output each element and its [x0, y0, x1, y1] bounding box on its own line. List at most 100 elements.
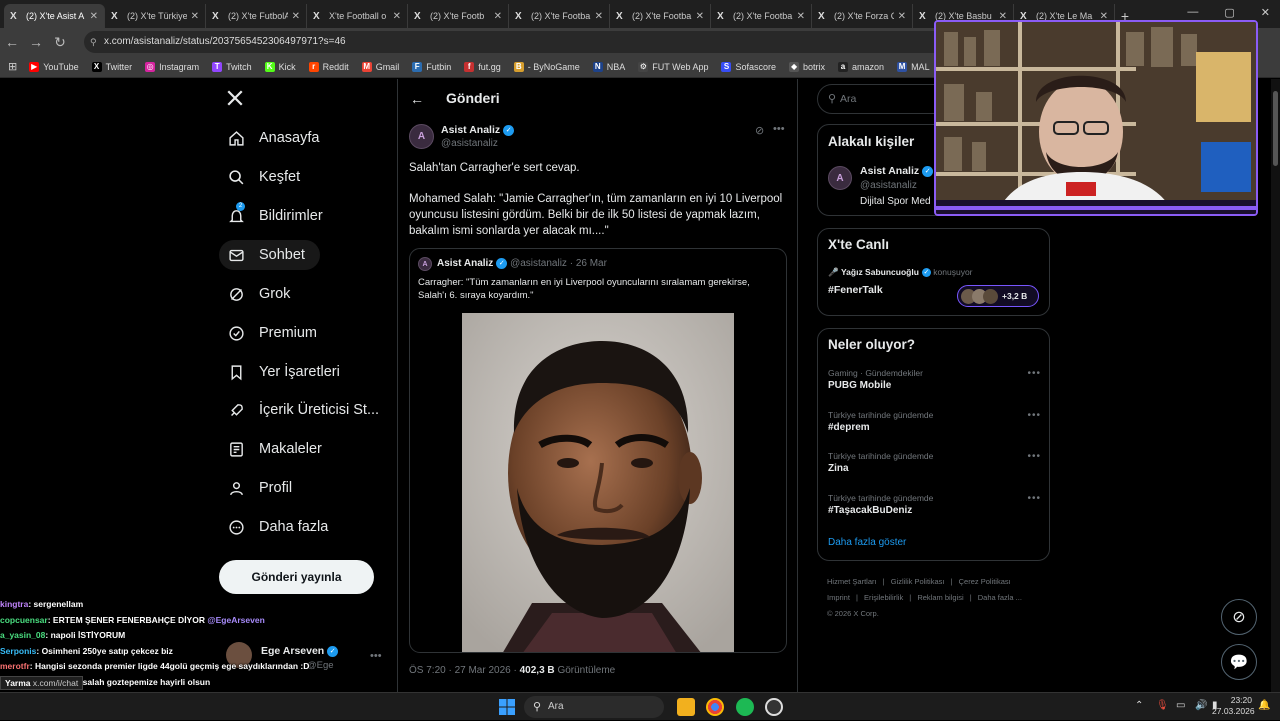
maximize-icon[interactable]: ▢	[1224, 6, 1234, 19]
browser-tab[interactable]: X X'te Football o ✕	[307, 4, 408, 28]
bookmark-item[interactable]: ▶ YouTube	[29, 61, 79, 72]
start-menu-icon[interactable]	[498, 698, 516, 716]
bookmark-item[interactable]: a amazon	[838, 61, 884, 72]
messages-float-button[interactable]: 💬	[1221, 644, 1257, 680]
bookmark-item[interactable]: ◎ Instagram	[145, 61, 199, 72]
browser-tab[interactable]: X (2) X'te FutbolA ✕	[206, 4, 307, 28]
live-topic[interactable]: #FenerTalk	[828, 284, 883, 296]
bookmark-item[interactable]: f fut.gg	[464, 61, 501, 72]
footer-link[interactable]: Çerez Politikası	[959, 577, 1011, 586]
network-icon[interactable]: ▭	[1176, 700, 1185, 711]
tab-close-icon[interactable]: ✕	[898, 11, 906, 22]
bookmark-item[interactable]: T Twitch	[212, 61, 252, 72]
trend-item[interactable]: Türkiye tarihinde gündemde Zina •••	[828, 451, 1041, 485]
trend-item[interactable]: Gaming · Gündemdekiler PUBG Mobile •••	[828, 368, 1041, 402]
nav-item[interactable]: 2 Bildirimler	[219, 201, 331, 231]
related-avatar[interactable]: A	[828, 166, 852, 190]
nav-item[interactable]: Sohbet	[219, 240, 320, 270]
bookmark-item[interactable]: N NBA	[592, 61, 625, 72]
quoted-post[interactable]: A Asist Analiz ✓ @asistanaliz · 26 Mar Ca…	[409, 248, 787, 653]
footer-link[interactable]: Erişilebilirlik	[864, 593, 903, 602]
trend-more-icon[interactable]: •••	[1027, 451, 1041, 462]
footer-link[interactable]: Reklam bilgisi	[917, 593, 963, 602]
post-button[interactable]: Gönderi yayınla	[219, 560, 374, 594]
nav-item[interactable]: Grok	[219, 279, 298, 309]
minimize-icon[interactable]: —	[1187, 6, 1198, 19]
post-timestamp[interactable]: ÖS 7:20 · 27 Mar 2026 ·	[409, 665, 517, 676]
spotify-icon[interactable]	[736, 698, 754, 716]
tab-close-icon[interactable]: ✕	[696, 11, 704, 22]
apps-grid-icon[interactable]: ⊞	[8, 60, 17, 73]
obs-icon[interactable]	[765, 698, 783, 716]
bookmark-item[interactable]: M Gmail	[361, 61, 399, 72]
tab-close-icon[interactable]: ✕	[393, 11, 401, 22]
show-more-link[interactable]: Daha fazla göster	[828, 537, 906, 548]
nav-item[interactable]: Premium	[219, 318, 325, 348]
notifications-icon[interactable]: 🔔	[1258, 700, 1270, 711]
bookmark-item[interactable]: B- ByNoGame	[513, 61, 580, 72]
grok-float-button[interactable]: ⊘	[1221, 599, 1257, 635]
browser-tab[interactable]: X (2) X'te Footba ✕	[610, 4, 711, 28]
x-logo-icon[interactable]	[226, 89, 244, 112]
tab-close-icon[interactable]: ✕	[595, 11, 603, 22]
bookmark-item[interactable]: r Reddit	[308, 61, 349, 72]
chrome-icon[interactable]	[706, 698, 724, 716]
tray-chevron-icon[interactable]: ⌃	[1135, 700, 1143, 711]
nav-item[interactable]: Yer İşaretleri	[219, 357, 348, 387]
browser-tab[interactable]: X (2) X'te Forza C ✕	[812, 4, 913, 28]
nav-item[interactable]: Daha fazla	[219, 512, 336, 542]
clock[interactable]: 23:20	[1226, 695, 1252, 706]
browser-tab[interactable]: X (2) X'te Footba ✕	[711, 4, 812, 28]
site-info-icon[interactable]: ⚲	[90, 31, 97, 53]
footer-link[interactable]: Hizmet Şartları	[827, 577, 877, 586]
footer-link[interactable]: Daha fazla ...	[978, 593, 1022, 602]
nav-item[interactable]: Keşfet	[219, 162, 308, 192]
trend-item[interactable]: Türkiye tarihinde gündemde #deprem •••	[828, 410, 1041, 444]
footer-link[interactable]: Gizlilik Politikası	[891, 577, 945, 586]
volume-icon[interactable]: 🔊	[1195, 700, 1207, 711]
bookmark-item[interactable]: X Twitter	[91, 61, 132, 72]
nav-item[interactable]: Makaleler	[219, 434, 330, 464]
author-avatar[interactable]: A	[409, 124, 434, 149]
browser-tab[interactable]: X (2) X'te Asist A ✕	[4, 4, 105, 28]
microphone-icon[interactable]: 🎙	[1156, 700, 1169, 711]
bookmark-item[interactable]: K Kick	[264, 61, 296, 72]
taskbar-search[interactable]: ⚲ Ara	[524, 696, 664, 718]
file-explorer-icon[interactable]	[677, 698, 695, 716]
tab-close-icon[interactable]: ✕	[797, 11, 805, 22]
trend-item[interactable]: Türkiye tarihinde gündemde #TaşacakBuDeni…	[828, 493, 1041, 527]
nav-item[interactable]: Anasayfa	[219, 123, 327, 153]
back-arrow-icon[interactable]: ←	[0, 34, 24, 50]
post-more-icon[interactable]: •••	[773, 123, 785, 135]
footer-link[interactable]: Imprint	[827, 593, 850, 602]
back-icon[interactable]: ←	[410, 91, 424, 107]
bookmark-item[interactable]: ⚙ FUT Web App	[638, 61, 708, 72]
live-listeners[interactable]: +3,2 B	[957, 285, 1039, 307]
bookmark-item[interactable]: M MAL	[897, 61, 930, 72]
bookmark-item[interactable]: ◆ botrix	[789, 61, 825, 72]
close-window-icon[interactable]: ✕	[1261, 6, 1270, 19]
tab-close-icon[interactable]: ✕	[494, 11, 502, 22]
author-name-row[interactable]: Asist Analiz ✓	[441, 124, 515, 136]
nav-item[interactable]: Profil	[219, 473, 300, 503]
tab-close-icon[interactable]: ✕	[292, 11, 300, 22]
reload-icon[interactable]: ↻	[48, 34, 72, 51]
browser-tab[interactable]: X (2) X'te Türkiye ✕	[105, 4, 206, 28]
live-host-row[interactable]: 🎤 Yağız Sabuncuoğlu ✓ konuşuyor	[828, 267, 973, 278]
trend-more-icon[interactable]: •••	[1027, 368, 1041, 379]
scrollbar-thumb[interactable]	[1273, 91, 1278, 166]
page-scrollbar[interactable]	[1271, 79, 1280, 692]
bookmark-item[interactable]: S Sofascore	[721, 61, 776, 72]
nav-item[interactable]: İçerik Üreticisi St...	[219, 395, 387, 425]
quote-image[interactable]	[462, 313, 734, 652]
tab-close-icon[interactable]: ✕	[191, 11, 199, 22]
bookmark-item[interactable]: F Futbin	[412, 61, 451, 72]
trend-more-icon[interactable]: •••	[1027, 410, 1041, 421]
tab-close-icon[interactable]: ✕	[90, 11, 98, 22]
browser-tab[interactable]: X (2) X'te Footb ✕	[408, 4, 509, 28]
related-name-row[interactable]: Asist Analiz ✓	[860, 165, 934, 177]
grok-explain-icon[interactable]: ⊘	[755, 124, 764, 137]
browser-tab[interactable]: X (2) X'te Footba ✕	[509, 4, 610, 28]
forward-arrow-icon[interactable]: →	[24, 34, 48, 50]
trend-more-icon[interactable]: •••	[1027, 493, 1041, 504]
